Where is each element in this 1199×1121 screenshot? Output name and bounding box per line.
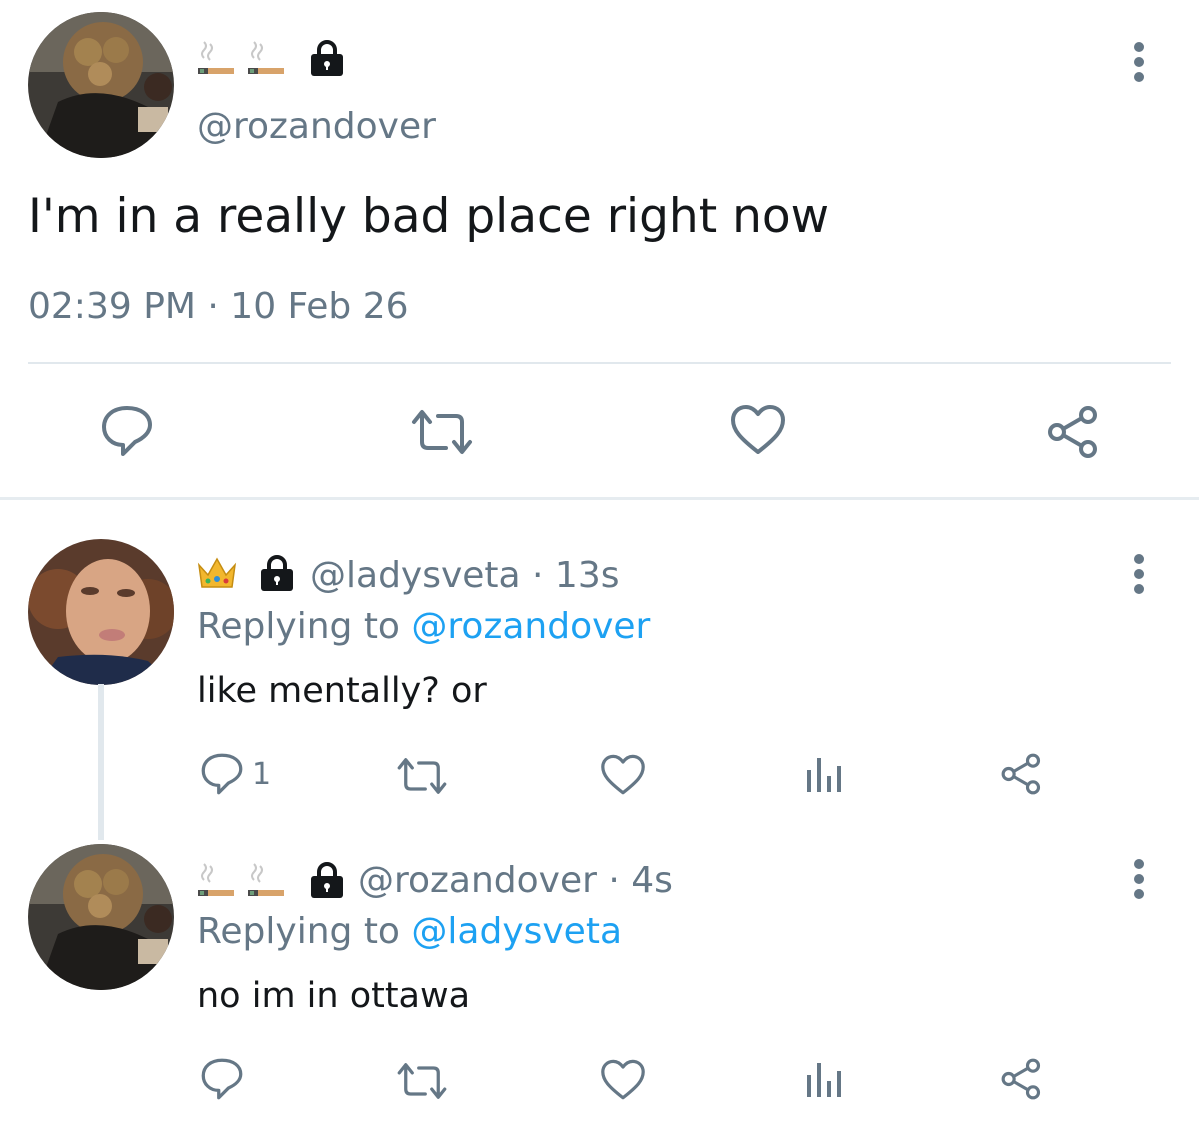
thread-line: [98, 684, 104, 840]
retweet-icon: [397, 758, 447, 794]
avatar-rozandover[interactable]: [28, 12, 174, 158]
lock-icon: [308, 39, 346, 81]
more-options-icon[interactable]: [1129, 40, 1149, 84]
lock-icon: [308, 861, 346, 903]
reply-icon: [102, 406, 152, 456]
like-icon: [601, 1059, 645, 1100]
like-icon: [601, 754, 645, 795]
reply-text: like mentally? or: [197, 671, 487, 711]
share-button[interactable]: [1046, 404, 1102, 460]
cigarette-icon: [196, 38, 238, 82]
replying-mention[interactable]: @ladysveta: [411, 911, 622, 952]
replying-prefix: Replying to: [197, 911, 412, 952]
share-icon: [1048, 406, 1097, 458]
avatar-rozandover[interactable]: [28, 844, 174, 990]
more-options-icon[interactable]: [1129, 552, 1149, 596]
cigarette-icon: [246, 38, 288, 82]
retweet-icon: [412, 410, 472, 454]
replying-to: Replying to @rozandover: [197, 604, 650, 650]
share-button[interactable]: [1000, 752, 1044, 796]
crown-icon: [196, 553, 238, 597]
retweet-button[interactable]: [396, 1061, 448, 1101]
like-button[interactable]: [600, 754, 646, 796]
analytics-button[interactable]: [804, 754, 844, 794]
like-icon: [731, 405, 785, 454]
cigarette-icon: [196, 860, 238, 904]
tweet-timestamp[interactable]: 02:39 PM · 10 Feb 26: [28, 284, 409, 330]
like-button[interactable]: [600, 1059, 646, 1101]
avatar-ladysveta[interactable]: [28, 539, 174, 685]
tweet-handle[interactable]: @rozandover: [197, 104, 436, 150]
reply-name-emoji: [196, 553, 296, 597]
divider: [28, 362, 1171, 364]
analytics-button[interactable]: [804, 1059, 844, 1099]
tweet-text: I'm in a really bad place right now: [28, 189, 830, 244]
share-icon: [1001, 1058, 1041, 1100]
reply-button[interactable]: 1: [200, 752, 271, 796]
retweet-button[interactable]: [410, 408, 474, 456]
analytics-icon: [807, 1063, 841, 1097]
retweet-icon: [397, 1063, 447, 1099]
reply-button[interactable]: [100, 404, 154, 458]
reply-handle-time[interactable]: @rozandover · 4s: [358, 858, 673, 904]
reply-handle-time[interactable]: @ladysveta · 13s: [310, 553, 620, 599]
display-name-emoji: [196, 38, 346, 82]
cigarette-icon: [246, 860, 288, 904]
retweet-button[interactable]: [396, 756, 448, 796]
section-divider: [0, 497, 1199, 500]
more-options-icon[interactable]: [1129, 857, 1149, 901]
replying-to: Replying to @ladysveta: [197, 909, 622, 955]
like-button[interactable]: [730, 404, 786, 456]
reply-text: no im in ottawa: [197, 976, 471, 1016]
analytics-icon: [807, 758, 841, 792]
lock-icon: [258, 554, 296, 596]
replying-prefix: Replying to: [197, 606, 412, 647]
share-icon: [1001, 753, 1041, 795]
reply-button[interactable]: [200, 1057, 244, 1101]
reply-icon: [201, 1058, 243, 1100]
reply-icon: [201, 753, 243, 795]
reply-count: 1: [252, 756, 272, 792]
replying-mention[interactable]: @rozandover: [411, 606, 650, 647]
share-button[interactable]: [1000, 1057, 1044, 1101]
reply-name-emoji: [196, 860, 346, 904]
